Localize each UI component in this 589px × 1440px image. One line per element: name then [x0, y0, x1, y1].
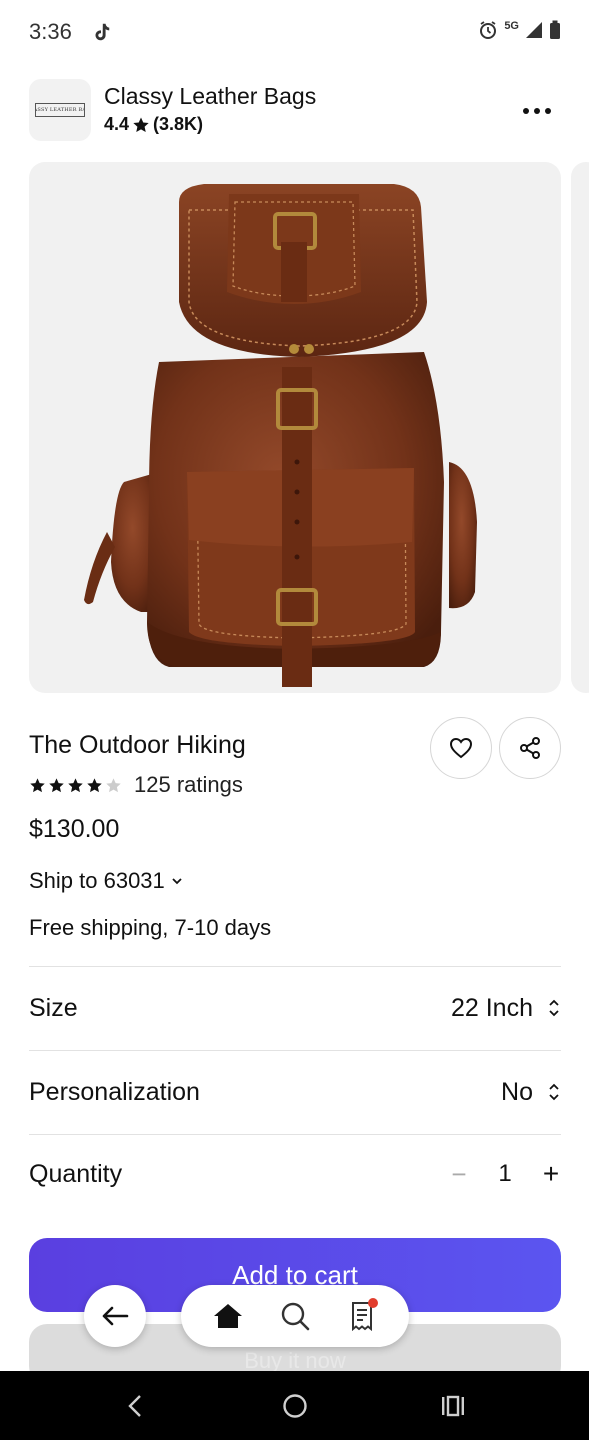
- shop-logo[interactable]: CLASSY LEATHER BAGS: [29, 79, 91, 141]
- nav-home[interactable]: [208, 1296, 248, 1336]
- status-icons: 5G: [478, 20, 561, 40]
- quantity-increment-button[interactable]: +: [541, 1158, 561, 1190]
- product-title: The Outdoor Hiking: [29, 731, 246, 759]
- home-circle-icon: [283, 1394, 307, 1418]
- next-image-peek[interactable]: [571, 162, 589, 693]
- system-recents-button[interactable]: [438, 1393, 468, 1419]
- chevron-down-icon: [172, 878, 182, 885]
- star-filled-icon: [49, 777, 64, 792]
- product-rating[interactable]: 125 ratings: [29, 772, 243, 798]
- favorite-button[interactable]: [430, 717, 492, 779]
- heart-icon: [449, 737, 473, 759]
- shop-rating-value: 4.4: [104, 114, 130, 134]
- shipping-info: Free shipping, 7-10 days: [29, 915, 272, 940]
- star-filled-icon: [68, 777, 83, 792]
- rating-count: 125 ratings: [134, 772, 243, 797]
- more-options-button[interactable]: [519, 93, 555, 129]
- home-icon: [214, 1304, 243, 1328]
- chevron-up-down-icon: [549, 999, 559, 1017]
- notification-dot: [367, 1298, 378, 1308]
- nav-receipt[interactable]: [342, 1296, 382, 1336]
- chevron-up-down-icon: [549, 1083, 559, 1101]
- more-dot-icon: [534, 108, 540, 114]
- divider: [29, 1050, 561, 1051]
- shop-logo-text: CLASSY LEATHER BAGS: [35, 103, 85, 117]
- network-type: 5G: [504, 20, 519, 32]
- battery-icon: [550, 20, 560, 39]
- star-filled-icon: [87, 777, 102, 792]
- nav-search[interactable]: [275, 1296, 315, 1336]
- shop-header[interactable]: CLASSY LEATHER BAGS Classy Leather Bags …: [29, 79, 561, 141]
- share-icon: [520, 737, 540, 759]
- divider: [29, 966, 561, 967]
- backpack-image: [84, 184, 477, 687]
- personalization-value: No: [501, 1077, 533, 1106]
- product-price: $130.00: [29, 815, 120, 843]
- system-nav-bar: [0, 1371, 589, 1440]
- alarm-icon: [480, 21, 497, 39]
- more-dot-icon: [545, 108, 551, 114]
- system-back-button[interactable]: [120, 1393, 150, 1419]
- status-time: 3:36: [29, 19, 72, 44]
- divider: [29, 1134, 561, 1135]
- size-value-group[interactable]: 22 Inch: [451, 994, 561, 1023]
- personalization-selector[interactable]: Personalization No: [29, 1062, 561, 1122]
- size-label: Size: [29, 993, 78, 1022]
- quantity-row: Quantity − 1 +: [29, 1144, 561, 1204]
- size-value: 22 Inch: [450, 993, 533, 1022]
- floating-nav: [181, 1285, 409, 1347]
- signal-icon: [526, 22, 542, 38]
- share-button[interactable]: [499, 717, 561, 779]
- chevron-left-icon: [128, 1395, 141, 1417]
- system-home-button[interactable]: [280, 1393, 310, 1419]
- product-image[interactable]: [29, 162, 561, 693]
- ship-to-label: Ship to 63031: [29, 868, 165, 893]
- quantity-label: Quantity: [29, 1159, 123, 1188]
- personalization-value-group[interactable]: No: [501, 1078, 561, 1107]
- status-bar: 3:36 5G: [0, 0, 589, 64]
- star-filled-icon: [30, 777, 45, 792]
- ship-to-selector[interactable]: Ship to 63031: [29, 868, 183, 894]
- more-dot-icon: [523, 108, 529, 114]
- search-icon: [281, 1302, 310, 1331]
- star-rating: [29, 777, 122, 794]
- shop-review-count: (3.8K): [153, 114, 204, 134]
- personalization-label: Personalization: [29, 1077, 200, 1106]
- quantity-decrement-button[interactable]: −: [449, 1159, 469, 1190]
- shop-name[interactable]: Classy Leather Bags: [104, 83, 316, 110]
- star-empty-icon: [106, 777, 121, 792]
- star-icon: [133, 117, 149, 132]
- quantity-stepper[interactable]: − 1 +: [449, 1158, 561, 1190]
- quantity-value: 1: [498, 1160, 512, 1187]
- back-button[interactable]: [84, 1285, 146, 1347]
- shop-rating: 4.4 (3.8K): [104, 114, 203, 135]
- recents-icon: [442, 1395, 464, 1417]
- size-selector[interactable]: Size 22 Inch: [29, 978, 561, 1038]
- tiktok-icon: [95, 23, 110, 41]
- arrow-left-icon: [102, 1306, 129, 1326]
